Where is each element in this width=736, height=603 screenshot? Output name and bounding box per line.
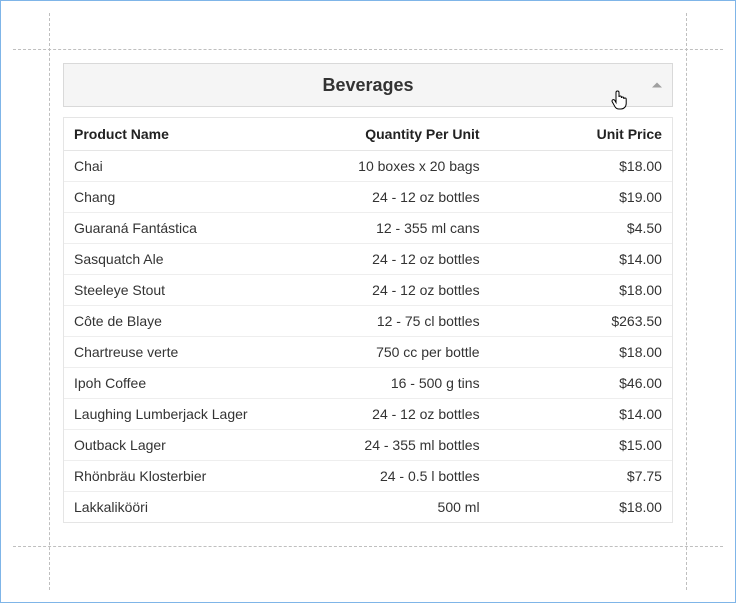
col-header-price[interactable]: Unit Price	[490, 118, 672, 150]
cell-price: $19.00	[490, 182, 672, 212]
cell-qty: 24 - 12 oz bottles	[295, 182, 490, 212]
cell-price: $18.00	[490, 275, 672, 305]
table-row[interactable]: Outback Lager24 - 355 ml bottles$15.00	[64, 430, 672, 461]
table-row[interactable]: Steeleye Stout24 - 12 oz bottles$18.00	[64, 275, 672, 306]
cell-price: $4.50	[490, 213, 672, 243]
cell-name: Guaraná Fantástica	[64, 213, 295, 243]
cell-price: $263.50	[490, 306, 672, 336]
cell-price: $46.00	[490, 368, 672, 398]
panel-title: Beverages	[322, 75, 413, 96]
table-header-row: Product Name Quantity Per Unit Unit Pric…	[64, 117, 672, 151]
cell-price: $7.75	[490, 461, 672, 491]
cell-price: $18.00	[490, 337, 672, 367]
table-row[interactable]: Guaraná Fantástica12 - 355 ml cans$4.50	[64, 213, 672, 244]
cell-qty: 12 - 355 ml cans	[295, 213, 490, 243]
table-row[interactable]: Côte de Blaye12 - 75 cl bottles$263.50	[64, 306, 672, 337]
cell-qty: 750 cc per bottle	[295, 337, 490, 367]
cell-qty: 24 - 12 oz bottles	[295, 244, 490, 274]
cell-price: $14.00	[490, 399, 672, 429]
cell-price: $18.00	[490, 492, 672, 522]
cell-name: Côte de Blaye	[64, 306, 295, 336]
table-row[interactable]: Ipoh Coffee16 - 500 g tins$46.00	[64, 368, 672, 399]
designer-canvas: Beverages Product Name Quantity Per Unit…	[0, 0, 736, 603]
cell-name: Laughing Lumberjack Lager	[64, 399, 295, 429]
cell-name: Chartreuse verte	[64, 337, 295, 367]
cell-name: Lakkalikööri	[64, 492, 295, 522]
cell-price: $18.00	[490, 151, 672, 181]
panel-header[interactable]: Beverages	[63, 63, 673, 107]
table-row[interactable]: Chang24 - 12 oz bottles$19.00	[64, 182, 672, 213]
cell-qty: 12 - 75 cl bottles	[295, 306, 490, 336]
cell-name: Outback Lager	[64, 430, 295, 460]
cell-name: Sasquatch Ale	[64, 244, 295, 274]
cell-qty: 24 - 0.5 l bottles	[295, 461, 490, 491]
cell-price: $15.00	[490, 430, 672, 460]
cell-qty: 24 - 12 oz bottles	[295, 275, 490, 305]
table-row[interactable]: Sasquatch Ale24 - 12 oz bottles$14.00	[64, 244, 672, 275]
collapse-up-icon	[652, 83, 662, 88]
cell-price: $14.00	[490, 244, 672, 274]
table-row[interactable]: Chartreuse verte750 cc per bottle$18.00	[64, 337, 672, 368]
cell-name: Steeleye Stout	[64, 275, 295, 305]
panel-bar: Beverages Product Name Quantity Per Unit…	[63, 63, 673, 523]
cell-qty: 10 boxes x 20 bags	[295, 151, 490, 181]
cell-qty: 500 ml	[295, 492, 490, 522]
cell-qty: 16 - 500 g tins	[295, 368, 490, 398]
cell-qty: 24 - 355 ml bottles	[295, 430, 490, 460]
product-table: Product Name Quantity Per Unit Unit Pric…	[63, 117, 673, 523]
cell-name: Rhönbräu Klosterbier	[64, 461, 295, 491]
table-row[interactable]: Lakkalikööri500 ml$18.00	[64, 492, 672, 522]
col-header-qty[interactable]: Quantity Per Unit	[295, 118, 490, 150]
table-row[interactable]: Laughing Lumberjack Lager24 - 12 oz bott…	[64, 399, 672, 430]
cell-name: Ipoh Coffee	[64, 368, 295, 398]
table-row[interactable]: Rhönbräu Klosterbier24 - 0.5 l bottles$7…	[64, 461, 672, 492]
cell-name: Chang	[64, 182, 295, 212]
col-header-name[interactable]: Product Name	[64, 118, 295, 150]
cell-qty: 24 - 12 oz bottles	[295, 399, 490, 429]
cell-name: Chai	[64, 151, 295, 181]
table-row[interactable]: Chai10 boxes x 20 bags$18.00	[64, 151, 672, 182]
